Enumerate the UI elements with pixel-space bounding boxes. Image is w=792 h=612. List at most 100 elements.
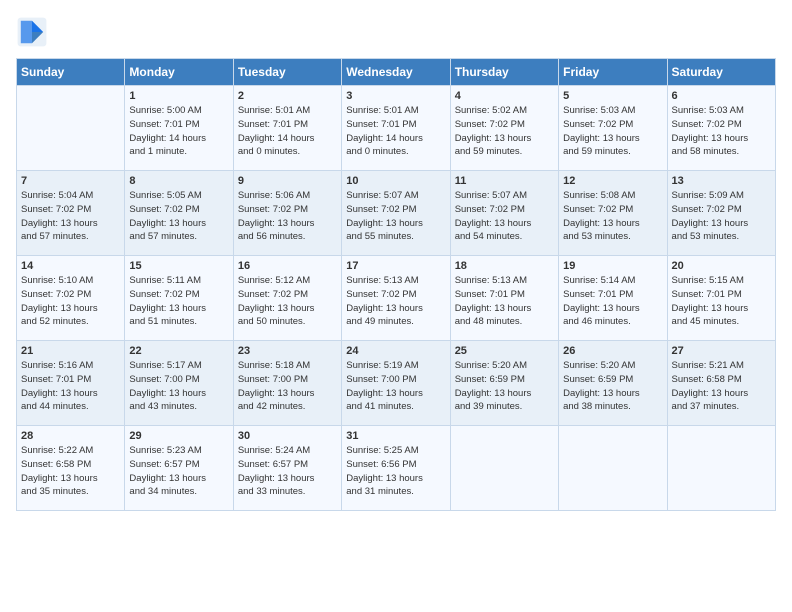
calendar-cell: 7Sunrise: 5:04 AM Sunset: 7:02 PM Daylig… xyxy=(17,171,125,256)
calendar-week-5: 28 Sunrise: 5:22 AM Sunset: 6:58 PM Dayli… xyxy=(17,426,776,511)
day-info: Sunrise: 5:16 AM Sunset: 7:01 PM Dayligh… xyxy=(21,359,120,414)
day-info: Sunrise: 5:01 AM Sunset: 7:01 PM Dayligh… xyxy=(346,104,445,159)
day-info: Sunrise: 5:07 AM Sunset: 7:02 PM Dayligh… xyxy=(455,189,554,244)
col-header-friday: Friday xyxy=(559,59,667,86)
day-number: 21 xyxy=(21,345,120,357)
calendar-cell: 21 Sunrise: 5:16 AM Sunset: 7:01 PM Dayli… xyxy=(17,341,125,426)
day-number: 31 xyxy=(346,430,445,442)
day-info: Sunrise: 5:25 AM Sunset: 6:56 PM Dayligh… xyxy=(346,444,445,499)
calendar-cell: 4 Sunrise: 5:02 AM Sunset: 7:02 PM Daylig… xyxy=(450,86,558,171)
col-header-sunday: Sunday xyxy=(17,59,125,86)
calendar-cell: 29 Sunrise: 5:23 AM Sunset: 6:57 PM Dayli… xyxy=(125,426,233,511)
day-info: Sunrise: 5:07 AM Sunset: 7:02 PM Dayligh… xyxy=(346,189,445,244)
calendar-cell: 9Sunrise: 5:06 AM Sunset: 7:02 PM Daylig… xyxy=(233,171,341,256)
calendar-week-1: 1 Sunrise: 5:00 AM Sunset: 7:01 PM Daylig… xyxy=(17,86,776,171)
day-info: Sunrise: 5:08 AM Sunset: 7:02 PM Dayligh… xyxy=(563,189,662,244)
day-info: Sunrise: 5:02 AM Sunset: 7:02 PM Dayligh… xyxy=(455,104,554,159)
day-number: 20 xyxy=(672,260,771,272)
day-number: 18 xyxy=(455,260,554,272)
calendar-cell xyxy=(450,426,558,511)
calendar-cell xyxy=(667,426,775,511)
day-info: Sunrise: 5:14 AM Sunset: 7:01 PM Dayligh… xyxy=(563,274,662,329)
calendar-cell: 25Sunrise: 5:20 AM Sunset: 6:59 PM Dayli… xyxy=(450,341,558,426)
col-header-monday: Monday xyxy=(125,59,233,86)
col-header-thursday: Thursday xyxy=(450,59,558,86)
day-number: 30 xyxy=(238,430,337,442)
day-number: 5 xyxy=(563,90,662,102)
calendar-cell: 13Sunrise: 5:09 AM Sunset: 7:02 PM Dayli… xyxy=(667,171,775,256)
day-info: Sunrise: 5:18 AM Sunset: 7:00 PM Dayligh… xyxy=(238,359,337,414)
calendar-week-2: 7Sunrise: 5:04 AM Sunset: 7:02 PM Daylig… xyxy=(17,171,776,256)
day-number: 23 xyxy=(238,345,337,357)
calendar-cell xyxy=(17,86,125,171)
calendar-cell: 17Sunrise: 5:13 AM Sunset: 7:02 PM Dayli… xyxy=(342,256,450,341)
day-info: Sunrise: 5:10 AM Sunset: 7:02 PM Dayligh… xyxy=(21,274,120,329)
day-info: Sunrise: 5:17 AM Sunset: 7:00 PM Dayligh… xyxy=(129,359,228,414)
day-info: Sunrise: 5:04 AM Sunset: 7:02 PM Dayligh… xyxy=(21,189,120,244)
calendar-cell: 8Sunrise: 5:05 AM Sunset: 7:02 PM Daylig… xyxy=(125,171,233,256)
page-header xyxy=(16,16,776,48)
calendar-cell: 19Sunrise: 5:14 AM Sunset: 7:01 PM Dayli… xyxy=(559,256,667,341)
calendar-cell: 26Sunrise: 5:20 AM Sunset: 6:59 PM Dayli… xyxy=(559,341,667,426)
calendar-cell: 20 Sunrise: 5:15 AM Sunset: 7:01 PM Dayli… xyxy=(667,256,775,341)
day-number: 17 xyxy=(346,260,445,272)
calendar-week-4: 21 Sunrise: 5:16 AM Sunset: 7:01 PM Dayli… xyxy=(17,341,776,426)
day-number: 15 xyxy=(129,260,228,272)
day-number: 14 xyxy=(21,260,120,272)
day-info: Sunrise: 5:23 AM Sunset: 6:57 PM Dayligh… xyxy=(129,444,228,499)
day-info: Sunrise: 5:00 AM Sunset: 7:01 PM Dayligh… xyxy=(129,104,228,159)
col-header-tuesday: Tuesday xyxy=(233,59,341,86)
day-info: Sunrise: 5:01 AM Sunset: 7:01 PM Dayligh… xyxy=(238,104,337,159)
day-number: 9 xyxy=(238,175,337,187)
day-number: 2 xyxy=(238,90,337,102)
calendar-cell: 24 Sunrise: 5:19 AM Sunset: 7:00 PM Dayli… xyxy=(342,341,450,426)
day-number: 4 xyxy=(455,90,554,102)
day-info: Sunrise: 5:19 AM Sunset: 7:00 PM Dayligh… xyxy=(346,359,445,414)
logo xyxy=(16,16,52,48)
calendar-cell: 12 Sunrise: 5:08 AM Sunset: 7:02 PM Dayli… xyxy=(559,171,667,256)
calendar-cell: 18 Sunrise: 5:13 AM Sunset: 7:01 PM Dayli… xyxy=(450,256,558,341)
day-info: Sunrise: 5:03 AM Sunset: 7:02 PM Dayligh… xyxy=(563,104,662,159)
day-number: 16 xyxy=(238,260,337,272)
calendar-cell: 14 Sunrise: 5:10 AM Sunset: 7:02 PM Dayli… xyxy=(17,256,125,341)
col-header-saturday: Saturday xyxy=(667,59,775,86)
day-info: Sunrise: 5:15 AM Sunset: 7:01 PM Dayligh… xyxy=(672,274,771,329)
calendar-week-3: 14 Sunrise: 5:10 AM Sunset: 7:02 PM Dayli… xyxy=(17,256,776,341)
calendar-cell: 11Sunrise: 5:07 AM Sunset: 7:02 PM Dayli… xyxy=(450,171,558,256)
day-info: Sunrise: 5:20 AM Sunset: 6:59 PM Dayligh… xyxy=(455,359,554,414)
day-info: Sunrise: 5:13 AM Sunset: 7:01 PM Dayligh… xyxy=(455,274,554,329)
day-info: Sunrise: 5:24 AM Sunset: 6:57 PM Dayligh… xyxy=(238,444,337,499)
calendar-cell: 6 Sunrise: 5:03 AM Sunset: 7:02 PM Daylig… xyxy=(667,86,775,171)
calendar-cell: 5 Sunrise: 5:03 AM Sunset: 7:02 PM Daylig… xyxy=(559,86,667,171)
day-info: Sunrise: 5:11 AM Sunset: 7:02 PM Dayligh… xyxy=(129,274,228,329)
day-number: 22 xyxy=(129,345,228,357)
calendar-cell: 27 Sunrise: 5:21 AM Sunset: 6:58 PM Dayli… xyxy=(667,341,775,426)
calendar-cell: 1 Sunrise: 5:00 AM Sunset: 7:01 PM Daylig… xyxy=(125,86,233,171)
day-info: Sunrise: 5:12 AM Sunset: 7:02 PM Dayligh… xyxy=(238,274,337,329)
day-number: 6 xyxy=(672,90,771,102)
day-number: 1 xyxy=(129,90,228,102)
calendar-cell: 3 Sunrise: 5:01 AM Sunset: 7:01 PM Daylig… xyxy=(342,86,450,171)
day-info: Sunrise: 5:09 AM Sunset: 7:02 PM Dayligh… xyxy=(672,189,771,244)
col-header-wednesday: Wednesday xyxy=(342,59,450,86)
day-number: 24 xyxy=(346,345,445,357)
day-info: Sunrise: 5:03 AM Sunset: 7:02 PM Dayligh… xyxy=(672,104,771,159)
day-info: Sunrise: 5:22 AM Sunset: 6:58 PM Dayligh… xyxy=(21,444,120,499)
day-number: 12 xyxy=(563,175,662,187)
calendar-cell: 31 Sunrise: 5:25 AM Sunset: 6:56 PM Dayli… xyxy=(342,426,450,511)
logo-icon xyxy=(16,16,48,48)
calendar-cell: 23 Sunrise: 5:18 AM Sunset: 7:00 PM Dayli… xyxy=(233,341,341,426)
day-info: Sunrise: 5:21 AM Sunset: 6:58 PM Dayligh… xyxy=(672,359,771,414)
calendar-cell: 30 Sunrise: 5:24 AM Sunset: 6:57 PM Dayli… xyxy=(233,426,341,511)
day-number: 29 xyxy=(129,430,228,442)
day-info: Sunrise: 5:05 AM Sunset: 7:02 PM Dayligh… xyxy=(129,189,228,244)
calendar-cell: 10Sunrise: 5:07 AM Sunset: 7:02 PM Dayli… xyxy=(342,171,450,256)
day-number: 3 xyxy=(346,90,445,102)
calendar-cell: 15 Sunrise: 5:11 AM Sunset: 7:02 PM Dayli… xyxy=(125,256,233,341)
day-info: Sunrise: 5:20 AM Sunset: 6:59 PM Dayligh… xyxy=(563,359,662,414)
calendar-cell: 28 Sunrise: 5:22 AM Sunset: 6:58 PM Dayli… xyxy=(17,426,125,511)
calendar-cell: 2 Sunrise: 5:01 AM Sunset: 7:01 PM Daylig… xyxy=(233,86,341,171)
calendar-cell: 16 Sunrise: 5:12 AM Sunset: 7:02 PM Dayli… xyxy=(233,256,341,341)
day-number: 28 xyxy=(21,430,120,442)
day-number: 27 xyxy=(672,345,771,357)
